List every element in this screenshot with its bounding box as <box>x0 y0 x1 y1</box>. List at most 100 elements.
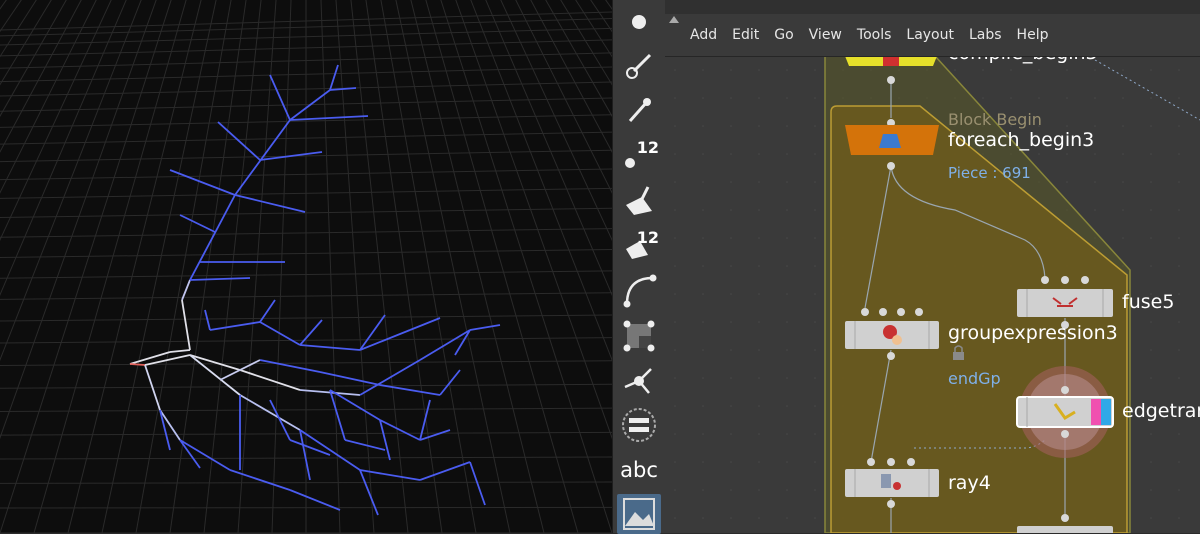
network-grid-dot <box>786 209 788 211</box>
tree-branch-segment <box>259 321 301 346</box>
network-grid-dot <box>814 377 816 379</box>
network-grid-dot <box>1178 377 1180 379</box>
tree-branch-segment <box>269 74 291 121</box>
network-grid-dot <box>1150 517 1152 519</box>
network-grid-dot <box>702 349 704 351</box>
planes-count-tool-icon[interactable]: 12 <box>617 224 661 264</box>
network-grid-dot <box>1150 377 1152 379</box>
text-tool-icon[interactable]: abc <box>617 450 661 490</box>
tree-branch-segment <box>469 461 486 506</box>
network-grid-dot <box>702 125 704 127</box>
viewport-grid-line <box>545 0 612 118</box>
network-grid-dot <box>758 349 760 351</box>
tree-branch-segment <box>179 439 201 469</box>
image-tool-icon[interactable] <box>617 494 661 534</box>
network-grid-dot <box>1178 433 1180 435</box>
tree-branch-segment <box>129 363 146 366</box>
tree-branch-segment <box>344 439 386 451</box>
viewport-grid-line <box>135 0 232 533</box>
network-grid-dot <box>1178 209 1180 211</box>
foreach-piece-info: Piece : 691 <box>948 164 1031 182</box>
viewport-grid-line <box>0 0 306 533</box>
points-count-tool-icon[interactable]: 12 <box>617 134 661 174</box>
network-grid-dot <box>982 97 984 99</box>
network-grid-dot <box>1094 181 1096 183</box>
network-grid-dot <box>786 517 788 519</box>
network-grid-dot <box>702 265 704 267</box>
menu-help[interactable]: Help <box>1017 27 1049 43</box>
network-grid-dot <box>814 489 816 491</box>
tree-branch-segment <box>419 399 431 441</box>
viewport-grid-line <box>306 0 612 533</box>
network-grid-dot <box>1094 125 1096 127</box>
network-grid-dot <box>1038 69 1040 71</box>
viewport-grid-line <box>335 0 375 533</box>
box-select-tool-icon[interactable] <box>617 316 661 356</box>
network-grid-dot <box>730 349 732 351</box>
viewport-grid-line <box>0 0 22 33</box>
viewport-grid-line <box>203 0 262 533</box>
pen-tool-icon[interactable] <box>617 90 661 130</box>
tree-branch-segment <box>169 349 191 353</box>
tree-branch-segment <box>299 429 361 471</box>
network-editor[interactable]: compile_begin3 Block Begin foreach_begin… <box>665 0 1200 533</box>
node-ray-label[interactable]: ray4 <box>948 472 991 494</box>
network-grid-dot <box>786 97 788 99</box>
network-grid-dot <box>674 181 676 183</box>
network-grid-dot <box>1150 69 1152 71</box>
menu-edit[interactable]: Edit <box>732 27 759 43</box>
planes-count-badge: 12 <box>636 228 659 247</box>
network-grid-dot <box>758 209 760 211</box>
viewport-grid-line <box>306 0 612 533</box>
viewport-grid-line <box>425 0 579 533</box>
viewport-grid-line <box>0 0 306 533</box>
network-grid-dot <box>786 489 788 491</box>
tree-branch-segment <box>259 359 321 373</box>
menu-add[interactable]: Add <box>690 27 717 43</box>
node-foreach-begin-label[interactable]: foreach_begin3 <box>948 129 1094 151</box>
scene-viewport[interactable] <box>0 0 612 533</box>
network-grid-dot <box>1066 181 1068 183</box>
transform-handle-icon[interactable] <box>617 361 661 401</box>
network-grid-dot <box>1178 69 1180 71</box>
network-grid-dot <box>674 265 676 267</box>
node-fuse-label[interactable]: fuse5 <box>1122 291 1174 313</box>
tree-branch-segment <box>179 439 231 471</box>
viewport-canvas[interactable] <box>0 0 612 533</box>
menu-view[interactable]: View <box>809 27 842 43</box>
tree-branch-segment <box>229 469 291 491</box>
viewport-grid-line <box>0 0 112 241</box>
node-edgetransport-label[interactable]: edgetran <box>1122 400 1200 422</box>
viewport-grid-line <box>0 0 306 533</box>
network-grid-dot <box>702 209 704 211</box>
network-grid-dot <box>1178 265 1180 267</box>
viewport-grid-line <box>0 0 306 533</box>
curve-tool-icon[interactable] <box>617 270 661 310</box>
network-grid-dot <box>814 461 816 463</box>
drum-tool-icon[interactable] <box>617 405 661 445</box>
pane-collapse-arrow-icon[interactable] <box>665 14 679 56</box>
menu-go[interactable]: Go <box>774 27 793 43</box>
network-grid-dot <box>786 153 788 155</box>
menu-layout[interactable]: Layout <box>906 27 954 43</box>
network-grid-dot <box>674 489 676 491</box>
brush-tool-icon[interactable] <box>617 46 661 86</box>
network-grid-dot <box>702 181 704 183</box>
menu-tools[interactable]: Tools <box>857 27 892 43</box>
viewport-grid-line <box>306 0 612 533</box>
plane-tool-icon[interactable] <box>617 180 661 220</box>
network-grid-dot <box>702 489 704 491</box>
tree-branch-segment <box>319 371 381 386</box>
node-groupexpression-label[interactable]: groupexpression3 <box>948 322 1118 344</box>
network-menu-bar: Add Edit Go View Tools Layout Labs Help <box>665 14 1200 57</box>
network-grid-dot <box>954 69 956 71</box>
block-begin-label: Block Begin <box>948 110 1042 129</box>
network-grid-dot <box>1038 153 1040 155</box>
network-grid-dot <box>674 69 676 71</box>
menu-labs[interactable]: Labs <box>969 27 1002 43</box>
network-grid-dot <box>674 97 676 99</box>
viewport-grid-line <box>0 0 7 10</box>
network-canvas[interactable] <box>665 0 1200 533</box>
tree-branch-segment <box>179 214 216 233</box>
point-tool-icon[interactable] <box>617 2 661 42</box>
